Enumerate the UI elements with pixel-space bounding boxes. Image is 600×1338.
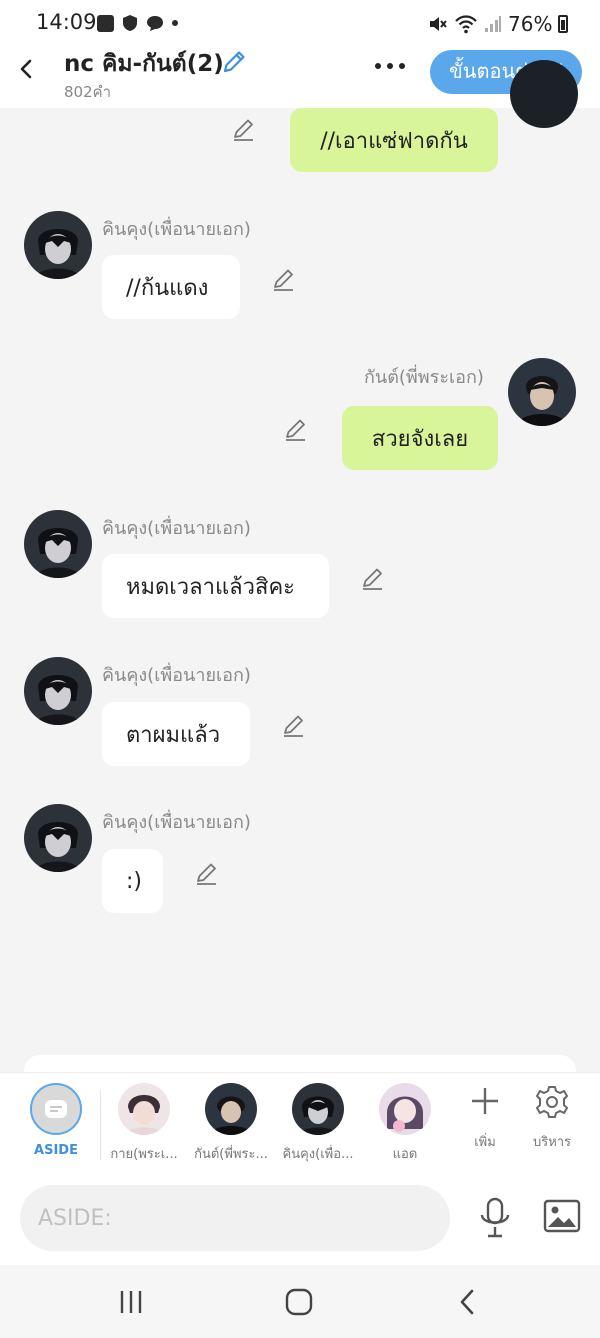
status-time: 14:09 — [36, 10, 97, 34]
message-bubble[interactable]: สวยจังเลย — [342, 406, 498, 470]
manage-button[interactable]: บริหาร — [515, 1085, 589, 1152]
message-input[interactable] — [20, 1185, 450, 1251]
sender-name: คินคุง(เพื่อนายเอก) — [102, 219, 251, 240]
status-bar: 14:09 76% — [0, 0, 600, 46]
avatar — [24, 657, 92, 725]
note-icon — [45, 1100, 67, 1118]
edit-pencil-icon[interactable] — [281, 712, 307, 738]
character-item[interactable]: กันต์(พี่พระ... — [194, 1083, 268, 1164]
system-icons: 76% — [428, 12, 569, 36]
avatar — [24, 510, 92, 578]
edit-pencil-icon[interactable] — [360, 565, 386, 591]
back-icon[interactable] — [456, 1289, 478, 1315]
character-name: คินคุง(เพื่อ... — [282, 1147, 354, 1162]
add-character-button[interactable]: เพิ่ม — [448, 1085, 522, 1152]
wifi-icon — [455, 15, 477, 34]
gear-icon — [536, 1086, 568, 1118]
edit-pencil-icon[interactable] — [194, 860, 220, 886]
signal-icon — [485, 16, 501, 32]
character-item[interactable]: แอด — [368, 1083, 442, 1164]
avatar — [508, 358, 576, 426]
edit-pencil-icon[interactable] — [231, 116, 257, 142]
word-count: 802คำ — [64, 83, 112, 101]
character-name: กาย(พระเ... — [110, 1147, 178, 1162]
message-bubble[interactable]: :) — [102, 849, 163, 913]
plus-icon — [472, 1088, 498, 1114]
avatar — [24, 804, 92, 872]
character-selector: ASIDE กาย(พระเ... กันต์(พี่พระ... คินคุง… — [0, 1072, 600, 1173]
chat-notification-icon — [147, 15, 163, 31]
home-icon[interactable] — [285, 1288, 313, 1316]
sender-name: คินคุง(เพื่อนายเอก) — [102, 665, 251, 686]
manage-label: บริหาร — [532, 1135, 572, 1150]
shield-icon — [123, 15, 137, 31]
divider — [100, 1090, 101, 1160]
avatar — [205, 1083, 257, 1135]
character-name: กันต์(พี่พระ... — [194, 1147, 268, 1162]
character-item[interactable]: คินคุง(เพื่อ... — [281, 1083, 355, 1164]
back-arrow-icon[interactable] — [16, 58, 38, 80]
battery-percent: 76% — [508, 12, 553, 36]
microphone-icon[interactable] — [478, 1197, 512, 1239]
gallery-notification-icon — [97, 14, 114, 32]
avatar — [379, 1083, 431, 1135]
avatar — [510, 60, 578, 128]
avatar — [292, 1083, 344, 1135]
aside-label: ASIDE — [34, 1143, 78, 1158]
title-edit-pencil-icon[interactable] — [220, 48, 248, 76]
sender-name: คินคุง(เพื่อนายเอก) — [102, 812, 251, 833]
input-row — [0, 1173, 600, 1265]
mute-icon — [430, 17, 447, 31]
battery-icon — [558, 15, 569, 33]
avatar — [24, 211, 92, 279]
character-aside[interactable]: ASIDE — [19, 1083, 93, 1158]
character-item[interactable]: กาย(พระเ... — [107, 1083, 181, 1164]
notification-icons — [97, 14, 178, 32]
sender-name: กันต์(พี่พระเอก) — [364, 367, 484, 388]
add-label: เพิ่ม — [474, 1135, 496, 1150]
message-bubble[interactable]: หมดเวลาแล้วสิคะ — [102, 554, 329, 618]
avatar — [118, 1083, 170, 1135]
more-dots-icon[interactable] — [372, 56, 408, 76]
aside-avatar — [30, 1083, 82, 1135]
page-title: nc คิม-กันต์(2) — [64, 51, 224, 77]
message-bubble[interactable]: ตาผมแล้ว — [102, 702, 250, 766]
image-icon[interactable] — [543, 1199, 581, 1233]
character-name: แอด — [392, 1147, 418, 1162]
message-bubble[interactable]: //เอาแซ่ฟาดกัน — [290, 108, 498, 172]
edit-pencil-icon[interactable] — [283, 416, 309, 442]
edit-pencil-icon[interactable] — [271, 266, 297, 292]
system-nav-bar — [0, 1265, 600, 1338]
sender-name: คินคุง(เพื่อนายเอก) — [102, 518, 251, 539]
more-notifications-dot — [172, 20, 178, 26]
message-bubble[interactable]: //ก้นแดง — [102, 255, 240, 319]
recent-apps-icon[interactable] — [118, 1289, 144, 1315]
